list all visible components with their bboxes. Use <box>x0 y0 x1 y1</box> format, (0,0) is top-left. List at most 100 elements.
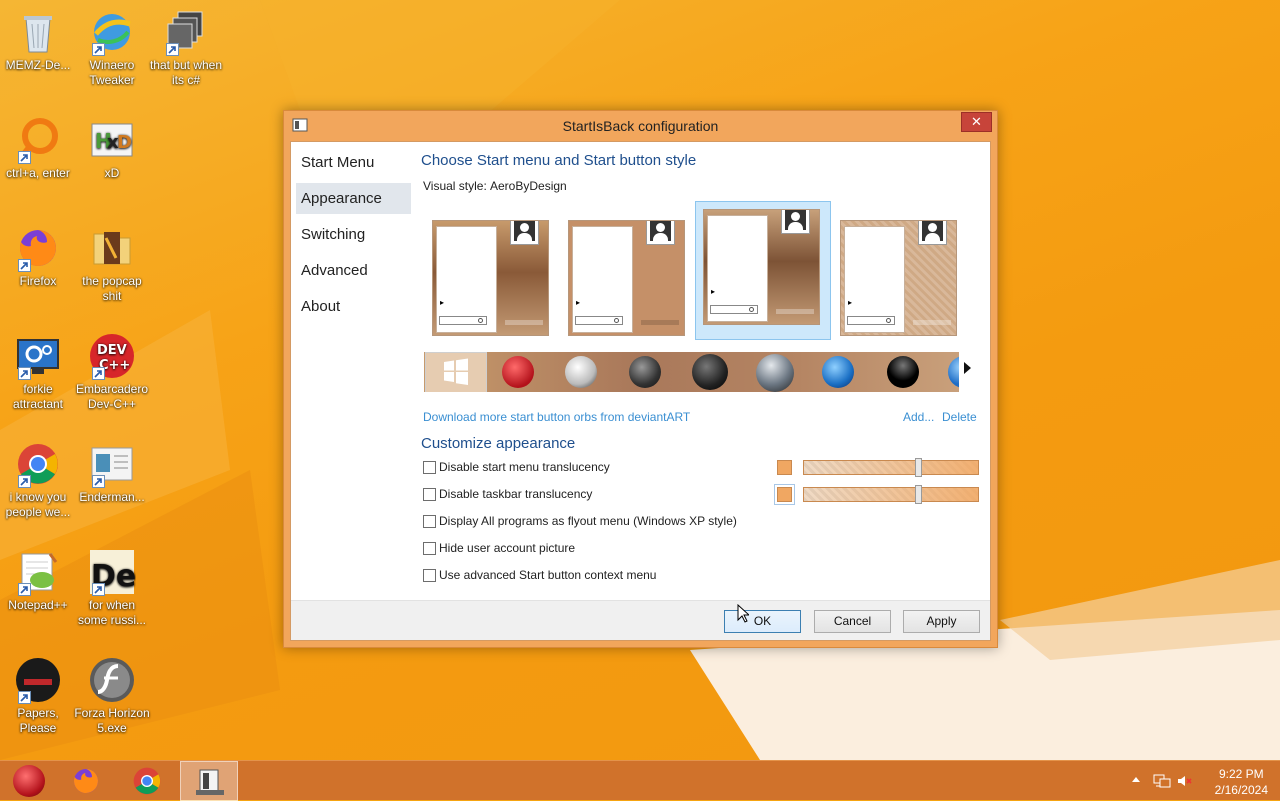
style-preview: ▸ <box>703 209 820 325</box>
cancel-button[interactable]: Cancel <box>814 610 891 633</box>
disable-taskbar-translucency-checkbox[interactable] <box>423 488 436 501</box>
style-tile-3[interactable]: ▸ <box>695 201 831 340</box>
desktop-icon-label: that but when its c# <box>149 58 223 87</box>
network-icon[interactable] <box>1153 773 1171 789</box>
taskbar-clock[interactable]: 9:22 PM 2/16/2024 <box>1215 766 1268 798</box>
desktop-icon-enderman[interactable]: Enderman... <box>74 440 150 505</box>
style-tile-2[interactable]: ▸ <box>563 214 687 340</box>
window-titlebar[interactable]: StartIsBack configuration ✕ <box>284 111 997 141</box>
desktop-icon-ctrl-a[interactable]: ctrl+a, enter <box>0 116 76 181</box>
desktop-icon-chrome[interactable]: i know you people we... <box>0 440 76 520</box>
desktop-icon-devcpp[interactable]: DEV C++ Embarcadero Dev-C++ <box>74 332 150 412</box>
windows-dark-glass-orb-icon[interactable] <box>692 354 728 390</box>
svg-text:D: D <box>117 132 132 153</box>
window-client-area: Start Menu Appearance Switching Advanced… <box>290 141 991 641</box>
style-tile-1[interactable]: ▸ <box>427 214 551 340</box>
window-title: StartIsBack configuration <box>562 118 719 134</box>
taskbar-firefox[interactable] <box>57 761 115 801</box>
desktop-icon-xd[interactable]: HxD xD <box>74 116 150 181</box>
dialog-button-bar: OK Cancel Apply <box>291 600 990 640</box>
taskbar-color-swatch-frame <box>774 484 795 505</box>
desktop-icon-forkie[interactable]: forkie attractant <box>0 332 76 412</box>
advanced-context-menu-checkbox[interactable] <box>423 569 436 582</box>
desktop-icon-label: Winaero Tweaker <box>89 58 135 87</box>
desktop-icon-papers-please[interactable]: Papers, Please <box>0 656 76 736</box>
volume-muted-icon[interactable] <box>1176 773 1192 789</box>
start-button[interactable] <box>0 761 58 801</box>
download-orbs-link[interactable]: Download more start button orbs from dev… <box>423 410 690 424</box>
visual-style-value[interactable]: AeroByDesign <box>490 179 567 193</box>
desktop-icon-popcap[interactable]: the popcap shit <box>74 224 150 304</box>
stack-icon <box>162 8 210 56</box>
windows-flat-orb-icon[interactable] <box>440 356 472 388</box>
apply-button[interactable]: Apply <box>903 610 980 633</box>
desktop-icon-label: forkie attractant <box>12 382 64 411</box>
sidebar-item-switching[interactable]: Switching <box>296 219 411 250</box>
taskbar-translucency-slider[interactable] <box>803 485 979 504</box>
desktop-icon-label: MEMZ-De... <box>5 58 71 72</box>
desktop-icon-label: Enderman... <box>79 490 145 504</box>
flyout-all-programs-checkbox[interactable] <box>423 515 436 528</box>
disable-taskbar-translucency-label: Disable taskbar translucency <box>439 487 593 501</box>
desktop-icon-winaero[interactable]: Winaero Tweaker <box>74 8 150 88</box>
shortcut-arrow-icon <box>18 691 31 704</box>
user-picture-icon <box>781 210 810 234</box>
sidebar-item-about[interactable]: About <box>296 291 411 322</box>
customize-heading: Customize appearance <box>421 435 576 452</box>
slider-thumb[interactable] <box>915 485 922 504</box>
chrome-icon <box>14 440 62 488</box>
desktop-icon-forza[interactable]: Forza Horizon 5.exe <box>74 656 150 736</box>
windows-7-dark-orb-icon[interactable] <box>629 356 661 388</box>
user-picture-icon <box>918 221 947 245</box>
shortcut-arrow-icon <box>92 583 105 596</box>
windows-silver-orb-icon[interactable] <box>756 354 794 392</box>
advanced-context-menu-label: Use advanced Start button context menu <box>439 568 657 582</box>
desktop-icon-label: Embarcadero Dev-C++ <box>75 382 149 411</box>
add-orb-link[interactable]: Add... <box>903 410 934 424</box>
show-hidden-icons-arrow[interactable] <box>1132 777 1140 782</box>
desktop-icon-that-but[interactable]: that but when its c# <box>148 8 224 88</box>
folder-icon <box>88 224 136 272</box>
start-menu-translucency-slider[interactable] <box>803 458 979 477</box>
firefox-icon <box>73 769 98 793</box>
blue-partial-orb-icon[interactable] <box>948 356 959 388</box>
black-sphere-orb-icon[interactable] <box>887 356 919 388</box>
hide-user-picture-label: Hide user account picture <box>439 541 576 555</box>
windows-blue-orb-icon[interactable] <box>822 356 854 388</box>
shortcut-arrow-icon <box>92 367 105 380</box>
desktop-icon-firefox[interactable]: Firefox <box>0 224 76 289</box>
shortcut-arrow-icon <box>18 259 31 272</box>
desktop-icon-label: the popcap shit <box>82 274 142 303</box>
desktop-icon-label: i know you people we... <box>5 490 71 519</box>
desktop-icon-notepadpp[interactable]: Notepad++ <box>0 548 76 613</box>
svg-text:DEV: DEV <box>97 343 127 358</box>
taskbar-chrome[interactable] <box>118 761 176 801</box>
slider-thumb[interactable] <box>915 458 922 477</box>
start-menu-color-swatch[interactable] <box>777 460 792 475</box>
close-button[interactable]: ✕ <box>961 112 992 132</box>
hide-user-picture-checkbox[interactable] <box>423 542 436 555</box>
desktop-icon-de[interactable]: De for when some russi... <box>74 548 150 628</box>
orb-scroll-right-arrow-icon[interactable] <box>964 362 971 374</box>
sidebar-item-start-menu[interactable]: Start Menu <box>296 147 411 178</box>
sidebar-item-appearance[interactable]: Appearance <box>296 183 411 214</box>
desktop-icon-label: for when some russi... <box>77 598 146 627</box>
notification-area: 9:22 PM 2/16/2024 <box>1120 761 1280 801</box>
disable-start-menu-translucency-checkbox[interactable] <box>423 461 436 474</box>
shortcut-arrow-icon <box>18 583 31 596</box>
christmas-ornament-orb-icon[interactable] <box>502 356 534 388</box>
user-picture-icon <box>510 221 539 245</box>
windows-7-white-orb-icon[interactable] <box>565 356 597 388</box>
desktop-icon-label: Notepad++ <box>8 598 68 612</box>
sidebar-item-advanced[interactable]: Advanced <box>296 255 411 286</box>
start-orb-strip <box>424 352 959 392</box>
delete-orb-link[interactable]: Delete <box>942 410 977 424</box>
ok-button[interactable]: OK <box>724 610 801 633</box>
desktop-icon-memz[interactable]: MEMZ-De... <box>0 8 76 73</box>
taskbar-startisback-config[interactable] <box>180 761 238 801</box>
mouse-cursor-icon <box>737 604 749 623</box>
taskbar-color-swatch[interactable] <box>777 487 792 502</box>
desktop-icon-label: ctrl+a, enter <box>6 166 70 180</box>
style-tile-4[interactable]: ▸ <box>835 214 959 340</box>
shortcut-arrow-icon <box>18 475 31 488</box>
